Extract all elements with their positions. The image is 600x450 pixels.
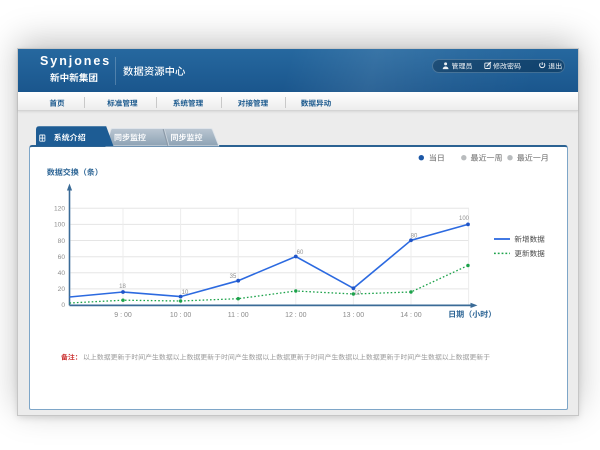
svg-text:10 : 00: 10 : 00 [170,312,192,319]
svg-text:14 : 00: 14 : 00 [400,312,422,319]
svg-text:120: 120 [54,206,65,213]
svg-text:100: 100 [459,216,470,222]
svg-text:10: 10 [354,291,361,297]
svg-text:100: 100 [54,222,65,229]
svg-text:35: 35 [230,274,237,280]
svg-text:18: 18 [119,284,126,290]
svg-text:80: 80 [411,234,418,240]
svg-text:10: 10 [182,290,189,296]
svg-text:11 : 00: 11 : 00 [228,312,249,319]
svg-text:60: 60 [297,250,304,256]
svg-text:20: 20 [58,286,66,293]
svg-text:60: 60 [58,254,66,261]
svg-text:13 : 00: 13 : 00 [343,312,365,319]
svg-text:80: 80 [58,238,66,245]
svg-text:9 : 00: 9 : 00 [114,312,132,319]
svg-text:0: 0 [61,302,65,309]
svg-text:12 : 00: 12 : 00 [285,312,307,319]
svg-text:40: 40 [58,270,66,277]
